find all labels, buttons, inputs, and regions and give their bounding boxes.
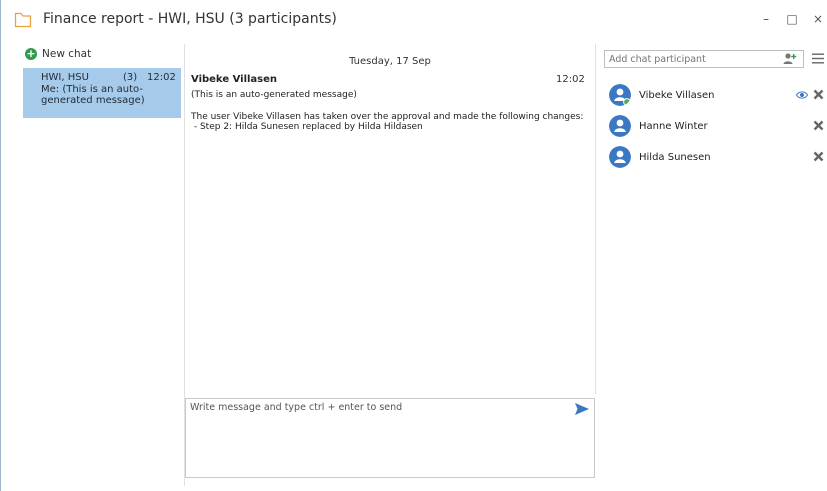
avatar (609, 115, 631, 137)
close-button[interactable]: × (809, 10, 827, 28)
participant-row: Hanne Winter (609, 115, 824, 141)
plus-circle-icon: + (25, 47, 37, 60)
participant-name: Vibeke Villasen (639, 90, 715, 101)
message-text: (This is an auto-generated message) (191, 90, 357, 100)
maximize-button[interactable]: □ (783, 10, 801, 28)
compose-placeholder: Write message and type ctrl + enter to s… (190, 402, 403, 413)
avatar (609, 84, 631, 106)
participant-row: Hilda Sunesen (609, 146, 824, 172)
hamburger-menu-icon[interactable] (812, 53, 824, 64)
window-title: Finance report - HWI, HSU (3 participant… (43, 11, 337, 27)
participant-name: Hanne Winter (639, 121, 708, 132)
remove-x-icon[interactable] (813, 89, 824, 100)
chat-list-item[interactable]: HWI, HSU (3) 12:02 Me: (This is an auto-… (23, 68, 181, 118)
participants-pane: Vibeke Villasen Hanne Winter (601, 50, 826, 480)
new-chat-label: New chat (42, 48, 92, 60)
remove-x-icon[interactable] (813, 120, 824, 131)
chat-item-time: 12:02 (147, 72, 176, 83)
title-bar: Finance report - HWI, HSU (3 participant… (1, 0, 827, 40)
participant-name: Hilda Sunesen (639, 152, 711, 163)
message-text: - Step 2: Hilda Sunesen replaced by Hild… (191, 122, 423, 132)
eye-icon (796, 91, 808, 99)
chat-item-count: (3) (123, 72, 138, 83)
date-separator: Tuesday, 17 Sep (349, 56, 431, 67)
send-arrow-icon[interactable] (574, 402, 590, 416)
new-chat-button[interactable]: + New chat (25, 48, 91, 60)
add-person-icon[interactable] (783, 52, 797, 65)
participant-row: Vibeke Villasen (609, 84, 824, 110)
add-participant-input[interactable] (604, 50, 804, 68)
chat-window: Finance report - HWI, HSU (3 participant… (0, 0, 827, 491)
avatar (609, 146, 631, 168)
chat-item-name: HWI, HSU (41, 72, 89, 83)
minimize-button[interactable]: – (757, 10, 775, 28)
chat-list-pane: + New chat HWI, HSU (3) 12:02 Me: (This … (21, 46, 183, 486)
chat-item-preview: Me: (This is an auto-generated message) (41, 84, 145, 106)
message-time: 12:02 (556, 74, 585, 85)
chat-folder-icon (14, 12, 32, 28)
message-compose-box[interactable]: Write message and type ctrl + enter to s… (185, 398, 595, 478)
pane-divider (595, 44, 596, 394)
remove-x-icon[interactable] (813, 151, 824, 162)
message-sender: Vibeke Villasen (191, 74, 278, 85)
message-text: The user Vibeke Villasen has taken over … (191, 112, 584, 122)
